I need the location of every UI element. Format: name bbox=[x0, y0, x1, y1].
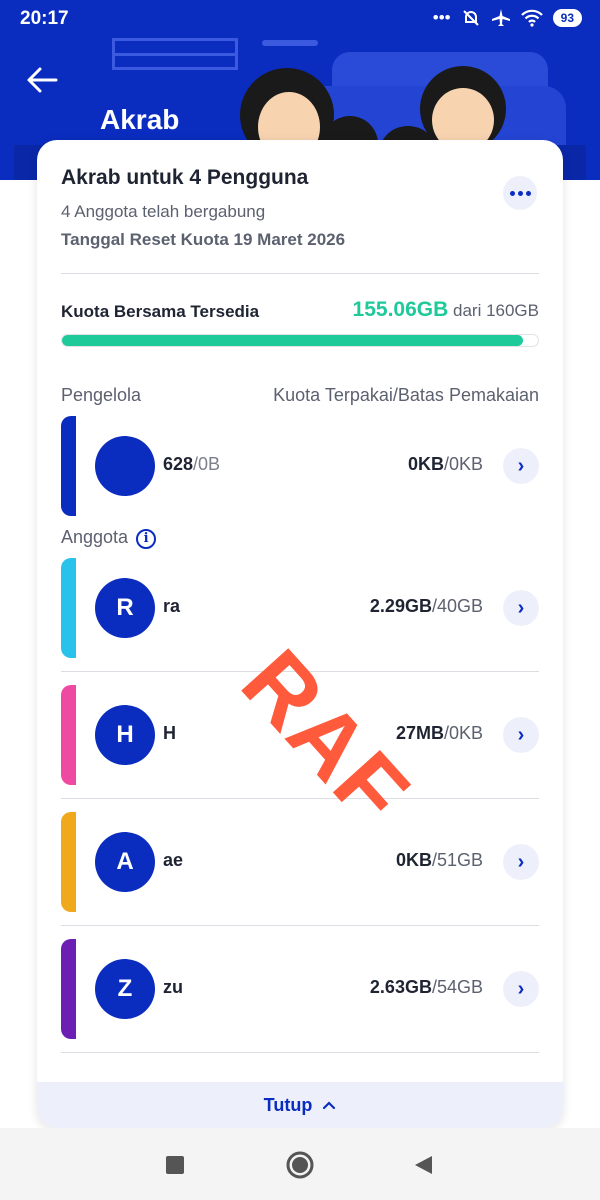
quota-progress-fill bbox=[62, 335, 524, 346]
manager-usage: 0KB/0KB bbox=[407, 454, 483, 474]
avatar: Z bbox=[95, 959, 155, 1019]
member-name: ra bbox=[163, 596, 181, 616]
more-dots-icon bbox=[509, 190, 515, 196]
member-usage: 2.63GB/54GB bbox=[369, 977, 483, 997]
more-dots-icon: ••• bbox=[432, 8, 451, 27]
page-title: Akrab bbox=[100, 104, 180, 135]
arrow-left-icon bbox=[27, 67, 58, 93]
window-illustration bbox=[112, 38, 238, 70]
home-button[interactable] bbox=[285, 1150, 315, 1180]
chevron-right-icon[interactable]: › bbox=[503, 448, 539, 484]
battery-icon: 93 bbox=[552, 9, 582, 27]
chevron-up-icon bbox=[323, 1101, 336, 1110]
row-accent bbox=[61, 812, 76, 912]
airplane-icon bbox=[491, 9, 510, 26]
row-accent bbox=[61, 939, 76, 1039]
row-accent bbox=[61, 685, 76, 785]
chevron-right-icon[interactable]: › bbox=[503, 717, 539, 753]
circle-icon bbox=[286, 1151, 314, 1179]
divider bbox=[61, 273, 539, 274]
shared-quota-value: 155.06GB dari 160GB bbox=[353, 298, 539, 322]
recents-button[interactable] bbox=[160, 1150, 190, 1180]
avatar bbox=[95, 436, 155, 496]
members-joined-text: 4 Anggota telah bergabung bbox=[61, 202, 266, 221]
member-name: zu bbox=[163, 977, 183, 997]
shared-quota-label: Kuota Bersama Tersedia bbox=[61, 302, 260, 321]
quota-progress-bar bbox=[61, 334, 539, 347]
quota-reset-date: Tanggal Reset Kuota 19 Maret 2026 bbox=[61, 230, 346, 249]
member-name: ae bbox=[163, 850, 184, 870]
manager-name: 628/0B bbox=[163, 454, 221, 474]
decor-bar bbox=[262, 40, 318, 46]
chevron-right-icon[interactable]: › bbox=[503, 844, 539, 880]
member-usage: 2.29GB/40GB bbox=[369, 596, 483, 616]
member-usage: 27MB/0KB bbox=[395, 723, 483, 743]
member-name: H bbox=[163, 723, 176, 743]
quota-total: dari 160GB bbox=[453, 301, 539, 320]
status-time: 20:17 bbox=[20, 8, 69, 29]
mute-bell-icon bbox=[462, 10, 479, 26]
square-icon bbox=[166, 1156, 184, 1174]
divider bbox=[61, 1052, 539, 1053]
back-button[interactable] bbox=[24, 62, 64, 98]
divider bbox=[61, 925, 539, 926]
close-label: Tutup bbox=[263, 1094, 313, 1115]
manager-row[interactable]: 628/0B 0KB/0KB › bbox=[61, 416, 539, 516]
avatar: H bbox=[95, 705, 155, 765]
system-nav-bar bbox=[0, 1128, 600, 1200]
back-nav-button[interactable] bbox=[408, 1150, 438, 1180]
usage-column-label: Kuota Terpakai/Batas Pemakaian bbox=[273, 385, 539, 405]
members-section-label: Anggota i bbox=[61, 527, 157, 549]
wifi-icon bbox=[520, 9, 543, 27]
avatar: R bbox=[95, 578, 155, 638]
chevron-right-icon[interactable]: › bbox=[503, 590, 539, 626]
row-accent bbox=[61, 558, 76, 658]
close-button[interactable]: Tutup bbox=[37, 1082, 563, 1128]
chevron-right-icon[interactable]: › bbox=[503, 971, 539, 1007]
avatar: A bbox=[95, 832, 155, 892]
more-options-button[interactable] bbox=[503, 176, 537, 210]
member-row[interactable]: Zzu 2.63GB/54GB › bbox=[61, 939, 539, 1039]
member-usage: 0KB/51GB bbox=[395, 850, 483, 870]
manager-section-label: Pengelola bbox=[61, 385, 142, 405]
row-accent bbox=[61, 416, 76, 516]
info-icon[interactable]: i bbox=[136, 528, 157, 549]
plan-title: Akrab untuk 4 Pengguna bbox=[61, 166, 309, 189]
quota-available: 155.06GB bbox=[352, 298, 449, 321]
status-bar: 20:17 ••• 93 bbox=[0, 0, 600, 36]
triangle-back-icon bbox=[415, 1156, 432, 1174]
